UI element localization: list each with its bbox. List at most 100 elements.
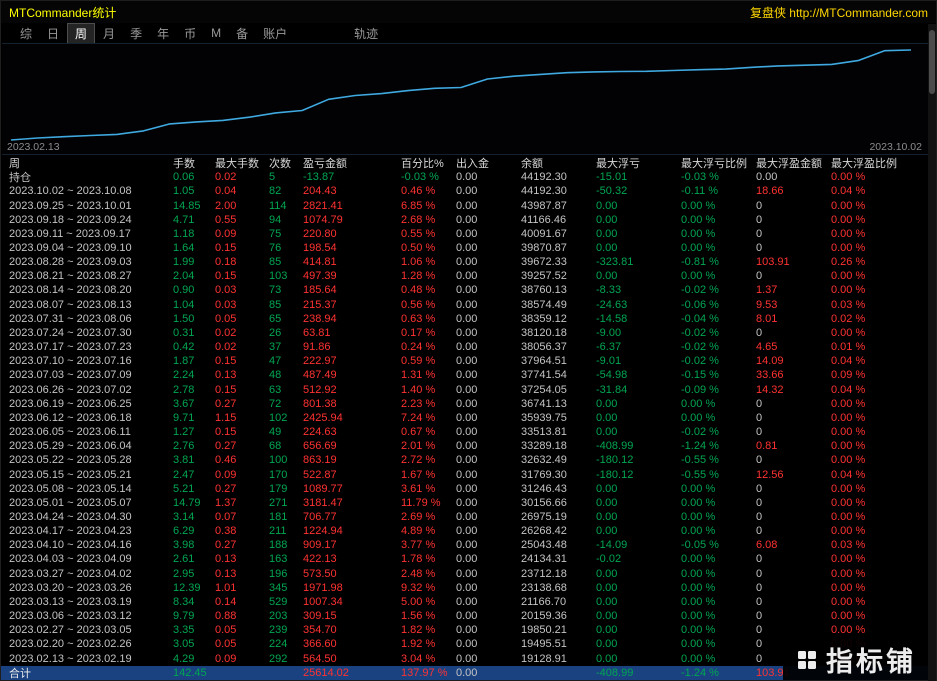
table-row[interactable]: 2023.09.11 ~ 2023.09.17 1.18 0.09 75 220.80 0… — [1, 227, 930, 241]
table-row[interactable]: 2023.08.07 ~ 2023.08.13 1.04 0.03 85 215.37 0… — [1, 298, 930, 312]
table-row[interactable]: 2023.03.27 ~ 2023.04.02 2.95 0.13 196 573.50… — [1, 567, 930, 581]
cell-pct: 0.63 % — [401, 312, 436, 325]
table-row[interactable]: 2023.05.15 ~ 2023.05.21 2.47 0.09 170 522.87… — [1, 467, 930, 481]
cell-balance: 32632.49 — [521, 454, 567, 467]
cell-mflp: -0.55 % — [681, 468, 719, 481]
cell-mfp: 0 — [756, 326, 763, 339]
cell-mfl: -9.01 — [596, 355, 622, 368]
cell-mfpp: 0.00 % — [831, 595, 866, 608]
table-row[interactable]: 2023.09.04 ~ 2023.09.10 1.64 0.15 76 198.54 0… — [1, 241, 930, 255]
column-header-count[interactable]: 次数 — [269, 155, 303, 171]
cell-period: 2023.04.24 ~ 2023.04.30 — [9, 510, 132, 523]
table-row[interactable]: 2023.03.06 ~ 2023.03.12 9.79 0.88 203 309.15… — [1, 609, 930, 623]
column-header-balance[interactable]: 余额 — [521, 155, 596, 171]
cell-pnl: 220.80 — [303, 227, 337, 240]
column-header-mfp[interactable]: 最大浮盈金额 — [756, 155, 831, 171]
table-row[interactable]: 持仓 0.06 0.02 5 -13.87 -0.03 % 0.00 44192.30 -15.… — [1, 170, 930, 184]
cell-cashflow: 0.00 — [456, 171, 478, 184]
tab-账户[interactable]: 账户 — [256, 24, 294, 43]
tab-trajectory[interactable]: 轨迹 — [347, 24, 385, 43]
table-row[interactable]: 2023.07.03 ~ 2023.07.09 2.24 0.13 48 487.49 1… — [1, 368, 930, 382]
cell-max_lots: 1.37 — [215, 496, 237, 509]
cell-mfpp: 0.00 % — [831, 270, 866, 283]
cell-pct: 5.00 % — [401, 595, 436, 608]
table-row[interactable]: 2023.09.18 ~ 2023.09.24 4.71 0.55 94 1074.79… — [1, 213, 930, 227]
tab-年[interactable]: 年 — [150, 24, 176, 43]
column-header-pnl[interactable]: 盈亏金额 — [303, 155, 401, 171]
cell-period: 2023.03.20 ~ 2023.03.26 — [9, 581, 132, 594]
cell-max_lots: 1.15 — [215, 411, 237, 424]
column-header-mfpp[interactable]: 最大浮盈比例 — [831, 155, 921, 171]
cell-count: 48 — [269, 369, 282, 382]
column-header-lots[interactable]: 手数 — [173, 155, 215, 171]
table-row[interactable]: 2023.05.22 ~ 2023.05.28 3.81 0.46 100 863.19… — [1, 453, 930, 467]
tab-M[interactable]: M — [204, 25, 228, 41]
column-header-pct[interactable]: 百分比% — [401, 155, 456, 171]
column-header-max_lots[interactable]: 最大手数 — [215, 155, 269, 171]
table-row[interactable]: 2023.03.13 ~ 2023.03.19 8.34 0.14 529 1007.3… — [1, 595, 930, 609]
table-row[interactable]: 2023.07.10 ~ 2023.07.16 1.87 0.15 47 222.97 0… — [1, 354, 930, 368]
cell-max_lots: 0.02 — [215, 326, 237, 339]
column-header-cashflow[interactable]: 出入金 — [456, 155, 521, 171]
table-row[interactable]: 2023.05.29 ~ 2023.06.04 2.76 0.27 68 656.69 2… — [1, 439, 930, 453]
chart-start-date: 2023.02.13 — [7, 141, 60, 153]
tab-日[interactable]: 日 — [40, 24, 66, 43]
cell-count: 63 — [269, 383, 282, 396]
tab-周[interactable]: 周 — [67, 22, 96, 44]
vertical-scrollbar[interactable] — [928, 24, 936, 681]
cell-period: 2023.05.08 ~ 2023.05.14 — [9, 482, 132, 495]
cell-cashflow: 0.00 — [456, 284, 478, 297]
table-row[interactable]: 2023.08.28 ~ 2023.09.03 1.99 0.18 85 414.81 1… — [1, 255, 930, 269]
table-row[interactable]: 2023.06.05 ~ 2023.06.11 1.27 0.15 49 224.63 0… — [1, 425, 930, 439]
table-row[interactable]: 2023.05.01 ~ 2023.05.07 14.79 1.37 271 3181.… — [1, 496, 930, 510]
table-row[interactable]: 2023.08.21 ~ 2023.08.27 2.04 0.15 103 497.39… — [1, 269, 930, 283]
cell-period: 2023.02.20 ~ 2023.02.26 — [9, 638, 132, 651]
cell-period: 2023.07.24 ~ 2023.07.30 — [9, 326, 132, 339]
cell-balance: 26975.19 — [521, 510, 567, 523]
tab-月[interactable]: 月 — [96, 24, 122, 43]
table-row[interactable]: 2023.08.14 ~ 2023.08.20 0.90 0.03 73 185.64 0… — [1, 283, 930, 297]
table-row[interactable]: 2023.02.27 ~ 2023.03.05 3.35 0.05 239 354.70… — [1, 623, 930, 637]
table-row[interactable]: 2023.04.10 ~ 2023.04.16 3.98 0.27 188 909.17… — [1, 538, 930, 552]
tab-备[interactable]: 备 — [229, 24, 255, 43]
cell-count: 345 — [269, 581, 288, 594]
tab-综[interactable]: 综 — [13, 24, 39, 43]
table-row[interactable]: 2023.06.12 ~ 2023.06.18 9.71 1.15 102 2425.9… — [1, 411, 930, 425]
column-header-mflp[interactable]: 最大浮亏比例 — [681, 155, 756, 171]
cell-balance: 38574.49 — [521, 298, 567, 311]
table-row[interactable]: 2023.06.19 ~ 2023.06.25 3.67 0.27 72 801.38 2… — [1, 397, 930, 411]
table-row[interactable]: 2023.07.17 ~ 2023.07.23 0.42 0.02 37 91.86 0.… — [1, 340, 930, 354]
table-row[interactable]: 2023.04.03 ~ 2023.04.09 2.61 0.13 163 422.13… — [1, 552, 930, 566]
tab-季[interactable]: 季 — [123, 24, 149, 43]
cell-pnl: 564.50 — [303, 652, 337, 665]
cell-mflp: -0.06 % — [681, 298, 719, 311]
cell-cashflow: 0.00 — [456, 383, 478, 396]
cell-max_lots: 0.18 — [215, 256, 237, 269]
cell-mfp: 33.66 — [756, 369, 784, 382]
cell-mfpp: 0.04 % — [831, 468, 866, 481]
cell-lots: 1.50 — [173, 312, 195, 325]
table-row[interactable]: 2023.04.17 ~ 2023.04.23 6.29 0.38 211 1224.9… — [1, 524, 930, 538]
table-row[interactable]: 2023.09.25 ~ 2023.10.01 14.85 2.00 114 2821.… — [1, 198, 930, 212]
table-row[interactable]: 2023.03.20 ~ 2023.03.26 12.39 1.01 345 1971.… — [1, 581, 930, 595]
table-row[interactable]: 2023.10.02 ~ 2023.10.08 1.05 0.04 82 204.43 0… — [1, 184, 930, 198]
brand-link[interactable]: 复盘侠 http://MTCommander.com — [750, 4, 928, 21]
cell-pct: 2.01 % — [401, 440, 436, 453]
cell-mfp: 0 — [756, 242, 763, 255]
cell-mflp: -0.03 % — [681, 171, 719, 184]
tab-币[interactable]: 币 — [177, 24, 203, 43]
table-row[interactable]: 2023.04.24 ~ 2023.04.30 3.14 0.07 181 706.77… — [1, 510, 930, 524]
table-row[interactable]: 2023.06.26 ~ 2023.07.02 2.78 0.15 63 512.92 1… — [1, 383, 930, 397]
cell-pct: 6.85 % — [401, 199, 436, 212]
cell-pct: 0.59 % — [401, 355, 436, 368]
table-row[interactable]: 2023.07.31 ~ 2023.08.06 1.50 0.05 65 238.94 0… — [1, 312, 930, 326]
cell-balance: 25043.48 — [521, 539, 567, 552]
cell-mfpp: 0.00 % — [831, 610, 866, 623]
cell-cashflow: 0.00 — [456, 553, 478, 566]
cell-balance: 30156.66 — [521, 496, 567, 509]
table-row[interactable]: 2023.07.24 ~ 2023.07.30 0.31 0.02 26 63.81 0.… — [1, 326, 930, 340]
cell-mfpp: 0.00 % — [831, 199, 866, 212]
scrollbar-thumb[interactable] — [929, 30, 935, 94]
column-header-mfl[interactable]: 最大浮亏 — [596, 155, 681, 171]
table-row[interactable]: 2023.05.08 ~ 2023.05.14 5.21 0.27 179 1089.7… — [1, 482, 930, 496]
